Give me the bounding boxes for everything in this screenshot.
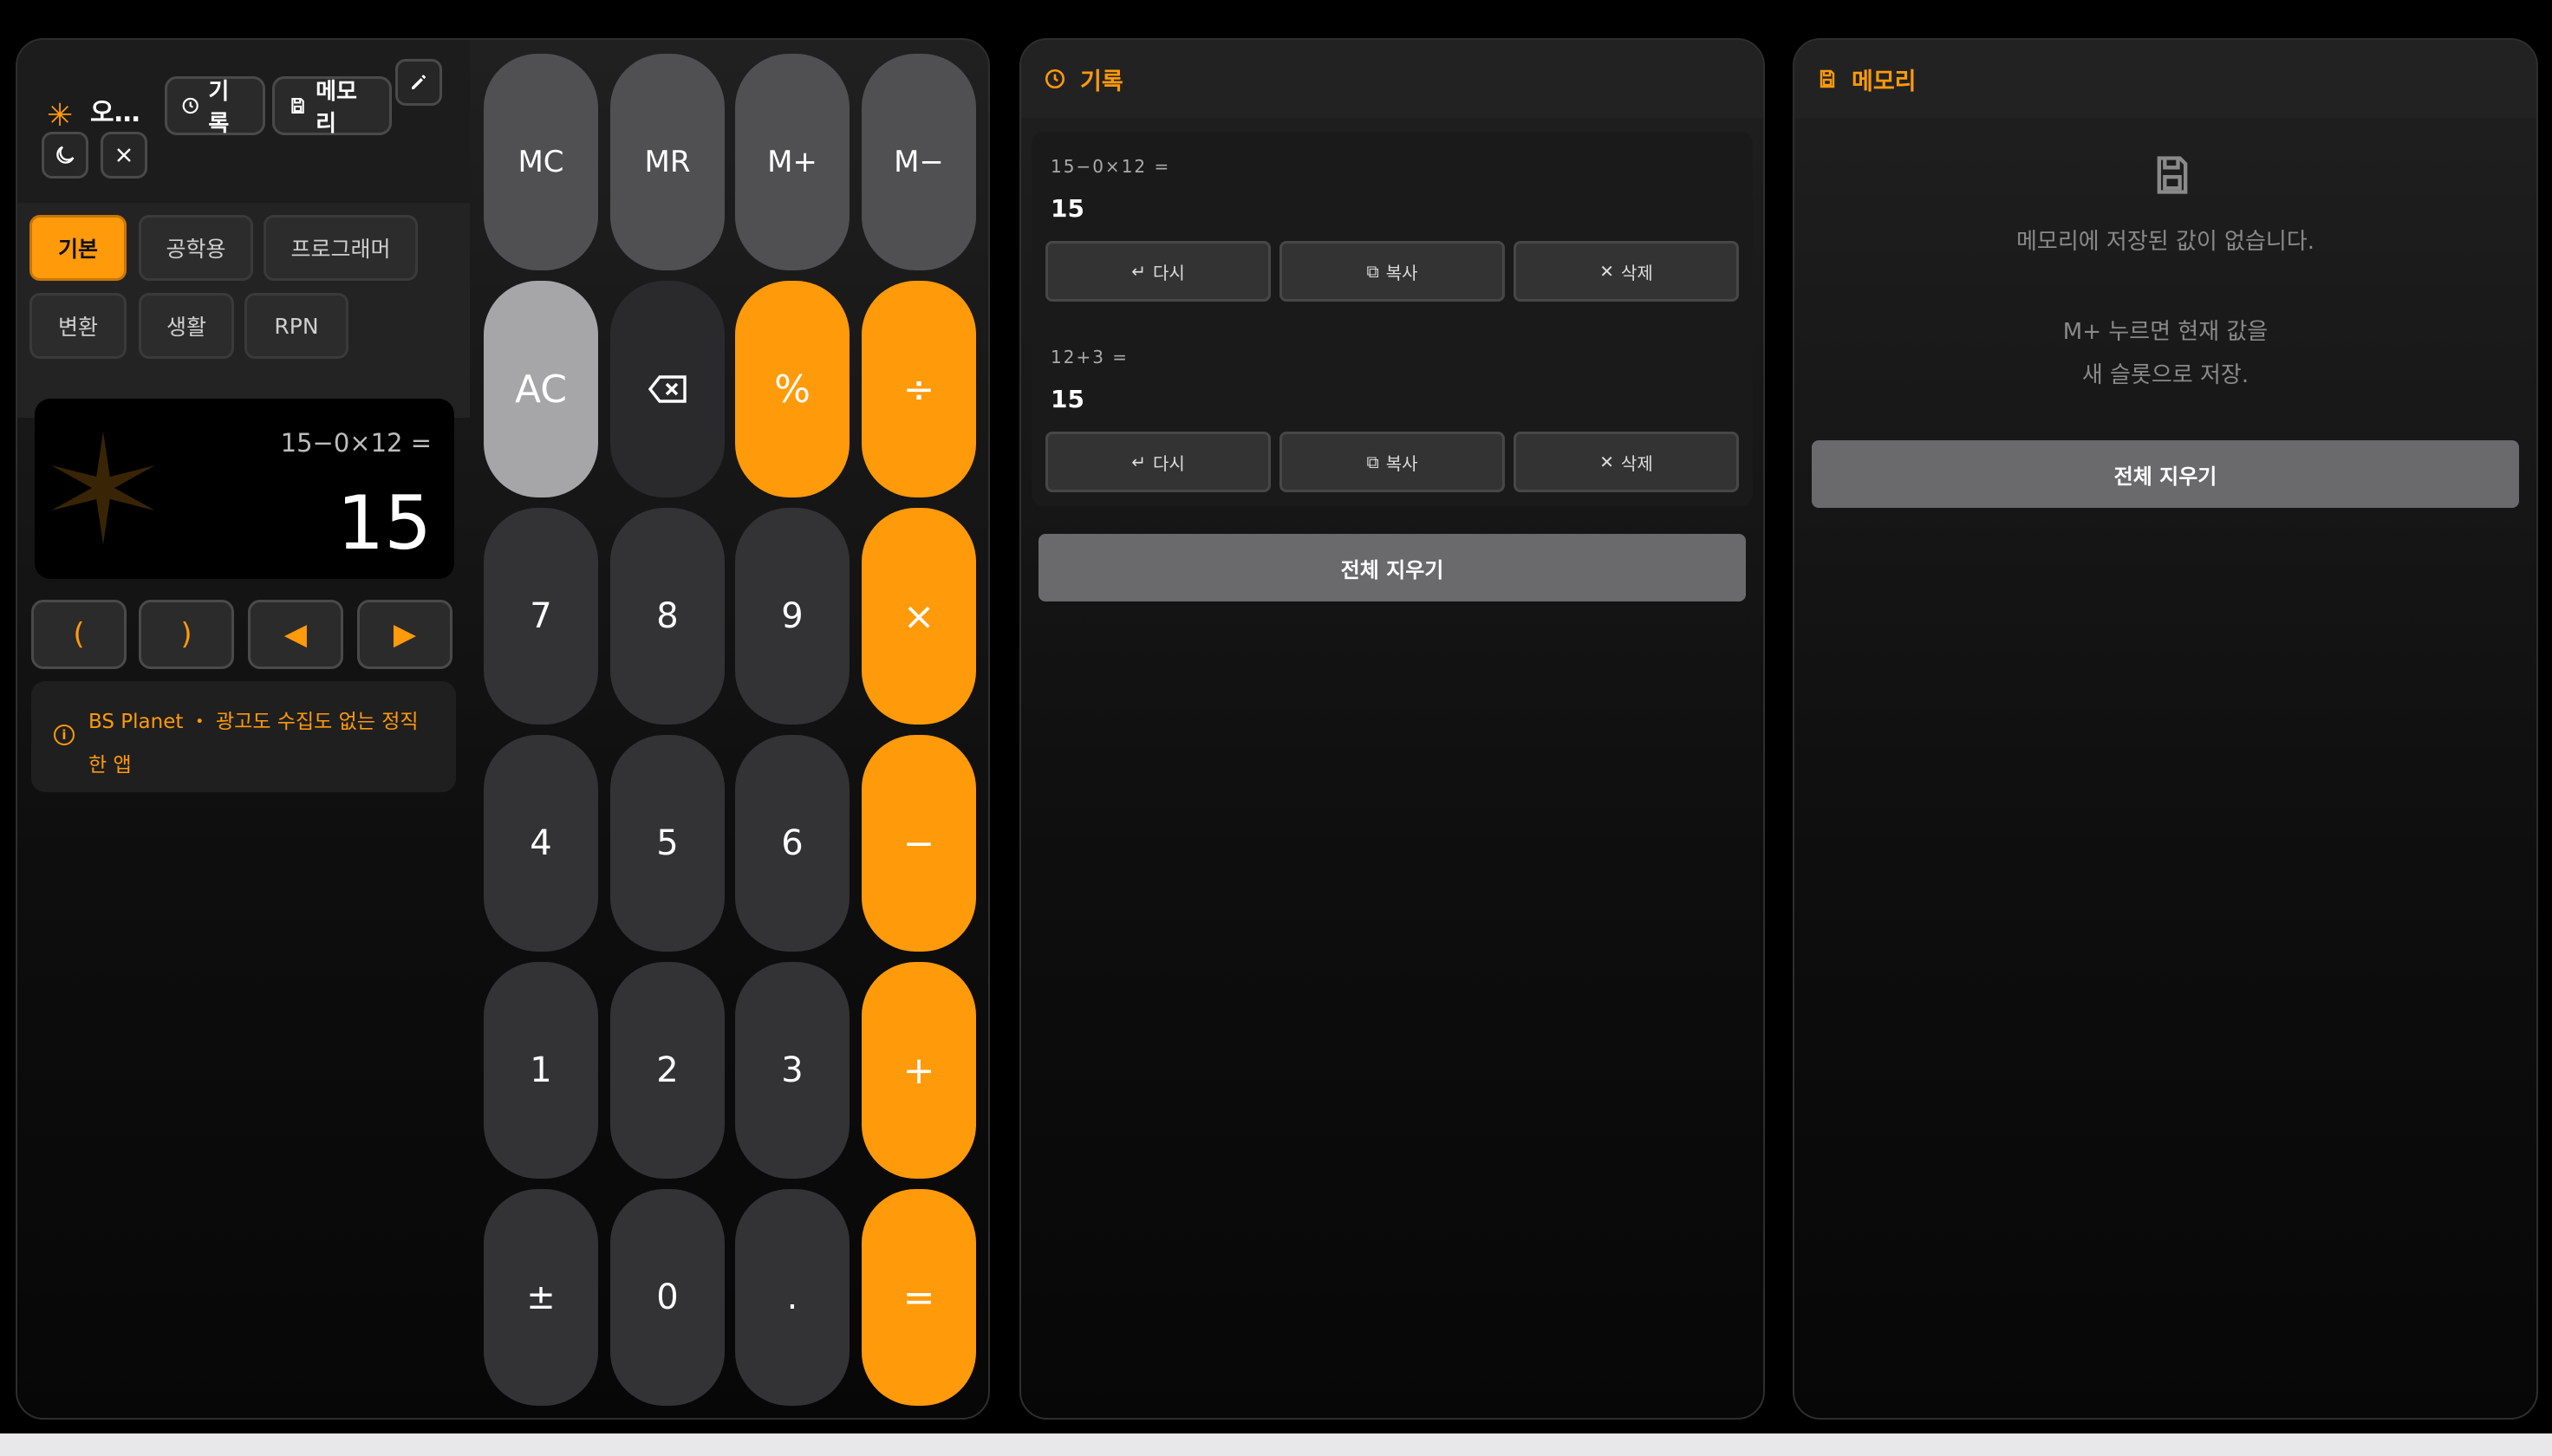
open-paren-button[interactable]: ( [31, 600, 127, 669]
return-icon: ↵ [1131, 452, 1146, 472]
copy-icon: ⧉ [1366, 261, 1379, 282]
starburst-watermark-icon [51, 432, 155, 544]
copy-label: 복사 [1385, 452, 1418, 474]
save-icon [291, 98, 304, 114]
sun-logo-icon: ✳ [47, 98, 74, 133]
edit-button[interactable] [395, 59, 442, 106]
equals-button[interactable]: = [862, 1189, 976, 1406]
digit-5-button[interactable]: 5 [610, 735, 725, 952]
memory-hint-line-1: M+ 누르면 현재 값을 [2062, 319, 2269, 345]
backspace-icon [648, 375, 687, 403]
history-entry-expression: 12+3 = [1051, 347, 1130, 367]
close-paren-button[interactable]: ) [139, 600, 234, 669]
clear-memory-button[interactable]: 전체 지우기 [1812, 440, 2519, 508]
memory-toggle-label: 메모리 [316, 79, 357, 137]
theme-toggle-button[interactable] [42, 132, 88, 179]
digit-0-button[interactable]: 0 [610, 1189, 725, 1406]
tab-rpn[interactable]: RPN [244, 293, 348, 359]
memory-hint-line-2: 새 슬롯으로 저장. [2081, 362, 2249, 388]
redo-button[interactable]: ↵ 다시 [1045, 241, 1271, 302]
bottom-edge-strip [0, 1433, 2552, 1456]
info-notice-text: BS Planet ・ 광고도 수집도 없는 정직한 앱 [88, 711, 419, 777]
moon-icon [56, 146, 75, 164]
save-icon [2157, 156, 2188, 194]
delete-label: 삭제 [1620, 262, 1653, 283]
copy-label: 복사 [1385, 262, 1418, 283]
memory-add-button[interactable]: M+ [735, 54, 850, 270]
return-icon: ↵ [1131, 261, 1146, 282]
digit-3-button[interactable]: 3 [735, 962, 850, 1179]
delete-button[interactable]: ✕ 삭제 [1514, 241, 1739, 302]
app-title: 오… [90, 98, 140, 128]
info-notice: i BS Planet ・ 광고도 수집도 없는 정직한 앱 [31, 681, 456, 792]
close-icon [117, 148, 131, 162]
calculator-header: ✳ 오… 기록 메모리 [17, 40, 470, 203]
result-display: 15 [336, 480, 432, 567]
clear-history-button[interactable]: 전체 지우기 [1038, 534, 1746, 601]
history-title: 기록 [1080, 68, 1123, 95]
digit-7-button[interactable]: 7 [484, 508, 598, 725]
copy-button[interactable]: ⧉ 복사 [1279, 432, 1505, 492]
all-clear-button[interactable]: AC [484, 281, 598, 497]
close-icon: ✕ [1599, 261, 1614, 282]
history-panel: 기록 15−0×12 = 15 ↵ 다시 ⧉ 복사 ✕ 삭제 12+3 = 15 ↵ 다… [1019, 38, 1765, 1420]
history-header: 기록 [1021, 40, 1763, 118]
cursor-left-button[interactable]: ◀ [248, 600, 343, 669]
memory-header: 메모리 [1794, 40, 2536, 118]
delete-label: 삭제 [1620, 452, 1653, 474]
digit-8-button[interactable]: 8 [610, 508, 725, 725]
redo-button[interactable]: ↵ 다시 [1045, 432, 1271, 492]
history-toggle-button[interactable]: 기록 [165, 76, 265, 137]
pencil-icon [412, 75, 426, 89]
divide-button[interactable]: ÷ [862, 281, 976, 497]
digit-1-button[interactable]: 1 [484, 962, 598, 1179]
memory-subtract-button[interactable]: M− [862, 54, 976, 270]
calculator-panel: ✳ 오… 기록 메모리 기본 공학용 프로그래머 변환 생활 RPN 15−0×… [16, 38, 990, 1420]
backspace-button[interactable] [610, 281, 725, 497]
redo-label: 다시 [1152, 262, 1185, 283]
close-icon: ✕ [1599, 452, 1614, 472]
calculator-display: 15−0×12 = 15 [35, 399, 454, 579]
redo-label: 다시 [1152, 452, 1185, 474]
digit-9-button[interactable]: 9 [735, 508, 850, 725]
history-entry-expression: 15−0×12 = [1051, 156, 1171, 177]
clock-icon [1045, 68, 1065, 89]
memory-empty-message: 메모리에 저장된 값이 없습니다. [2015, 229, 2315, 255]
tab-basic[interactable]: 기본 [29, 215, 127, 281]
memory-title: 메모리 [1852, 68, 1917, 95]
close-button[interactable] [101, 132, 147, 179]
minus-button[interactable]: − [862, 735, 976, 952]
digit-6-button[interactable]: 6 [735, 735, 850, 952]
tab-programmer[interactable]: 프로그래머 [264, 215, 418, 281]
delete-button[interactable]: ✕ 삭제 [1514, 432, 1739, 492]
multiply-button[interactable]: × [862, 508, 976, 725]
plus-button[interactable]: + [862, 962, 976, 1179]
copy-button[interactable]: ⧉ 복사 [1279, 241, 1505, 302]
tab-life[interactable]: 생활 [139, 293, 234, 359]
history-entry-value: 15 [1051, 194, 1084, 223]
memory-toggle-button[interactable]: 메모리 [272, 76, 392, 137]
save-icon [1820, 69, 1835, 88]
copy-icon: ⧉ [1366, 452, 1379, 472]
clock-icon [182, 97, 199, 114]
memory-recall-button[interactable]: MR [610, 54, 725, 270]
memory-clear-button[interactable]: MC [484, 54, 598, 270]
history-entry: 12+3 = 15 ↵ 다시 ⧉ 복사 ✕ 삭제 [1032, 322, 1753, 506]
digit-2-button[interactable]: 2 [610, 962, 725, 1179]
info-icon: i [54, 725, 75, 745]
tab-scientific[interactable]: 공학용 [139, 215, 253, 281]
history-entry-value: 15 [1051, 385, 1084, 413]
tab-converter[interactable]: 변환 [29, 293, 127, 359]
expression-display: 15−0×12 = [280, 428, 432, 458]
memory-panel: 메모리 메모리에 저장된 값이 없습니다. M+ 누르면 현재 값을 새 슬롯으… [1793, 38, 2538, 1420]
mode-tabs: 기본 공학용 프로그래머 변환 생활 RPN [17, 203, 470, 418]
history-entry: 15−0×12 = 15 ↵ 다시 ⧉ 복사 ✕ 삭제 [1032, 132, 1753, 315]
digit-4-button[interactable]: 4 [484, 735, 598, 952]
percent-button[interactable]: % [735, 281, 850, 497]
cursor-right-button[interactable]: ▶ [357, 600, 452, 669]
sign-toggle-button[interactable]: ± [484, 1189, 598, 1406]
decimal-button[interactable]: . [735, 1189, 850, 1406]
history-toggle-label: 기록 [208, 79, 230, 137]
